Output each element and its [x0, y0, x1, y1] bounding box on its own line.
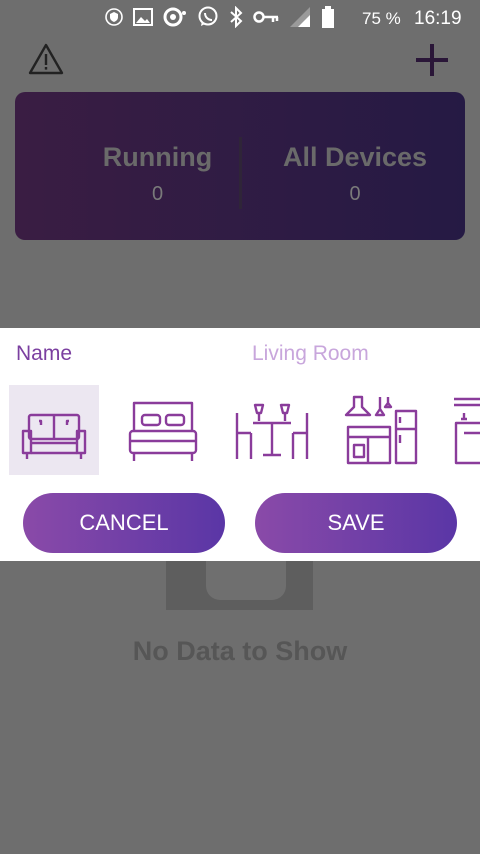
- all-devices-stat[interactable]: All Devices 0: [255, 142, 455, 206]
- add-icon: [416, 44, 448, 76]
- name-label: Name: [16, 342, 73, 365]
- bed-icon: [128, 401, 198, 461]
- room-option-dining[interactable]: [227, 385, 317, 475]
- shield-icon: [105, 8, 123, 26]
- room-option-bed[interactable]: [118, 385, 208, 475]
- battery-percentage: 75 %: [362, 9, 401, 28]
- kitchen-icon: [344, 395, 418, 465]
- stats-card: Running 0 All Devices 0: [15, 92, 465, 240]
- key-icon: [253, 11, 279, 23]
- warning-icon: [28, 43, 64, 75]
- stat-divider: [239, 137, 242, 209]
- empty-state-text: No Data to Show: [132, 636, 348, 666]
- add-room-dialog: Name Living Room CANCEL SAVE: [0, 328, 480, 561]
- status-icons: [105, 6, 335, 28]
- add-button[interactable]: [414, 42, 450, 78]
- battery-icon: [322, 6, 334, 28]
- running-label: Running: [102, 142, 213, 172]
- room-icon-list[interactable]: [0, 385, 480, 478]
- room-option-kitchen[interactable]: [336, 385, 426, 475]
- name-input[interactable]: Living Room: [252, 342, 369, 366]
- running-stat[interactable]: Running 0: [75, 142, 240, 206]
- bluetooth-icon: [230, 6, 243, 28]
- empty-state-image: [166, 560, 313, 610]
- all-devices-label: All Devices: [282, 142, 428, 172]
- whatsapp-icon: [198, 6, 218, 26]
- status-bar: 75 % 16:19: [0, 0, 480, 36]
- save-button[interactable]: SAVE: [255, 493, 457, 553]
- all-devices-value: 0: [349, 183, 361, 205]
- room-icon: [454, 397, 480, 465]
- clock: 16:19: [414, 8, 462, 29]
- room-option-other[interactable]: [442, 385, 480, 475]
- image-icon: [133, 8, 153, 26]
- dining-table-icon: [235, 403, 309, 459]
- running-value: 0: [151, 183, 164, 205]
- sofa-icon: [21, 413, 87, 459]
- room-option-sofa[interactable]: [9, 385, 99, 475]
- sync-icon: [163, 7, 186, 27]
- warning-button[interactable]: [28, 42, 64, 76]
- cancel-button[interactable]: CANCEL: [23, 493, 225, 553]
- signal-icon: [290, 7, 310, 27]
